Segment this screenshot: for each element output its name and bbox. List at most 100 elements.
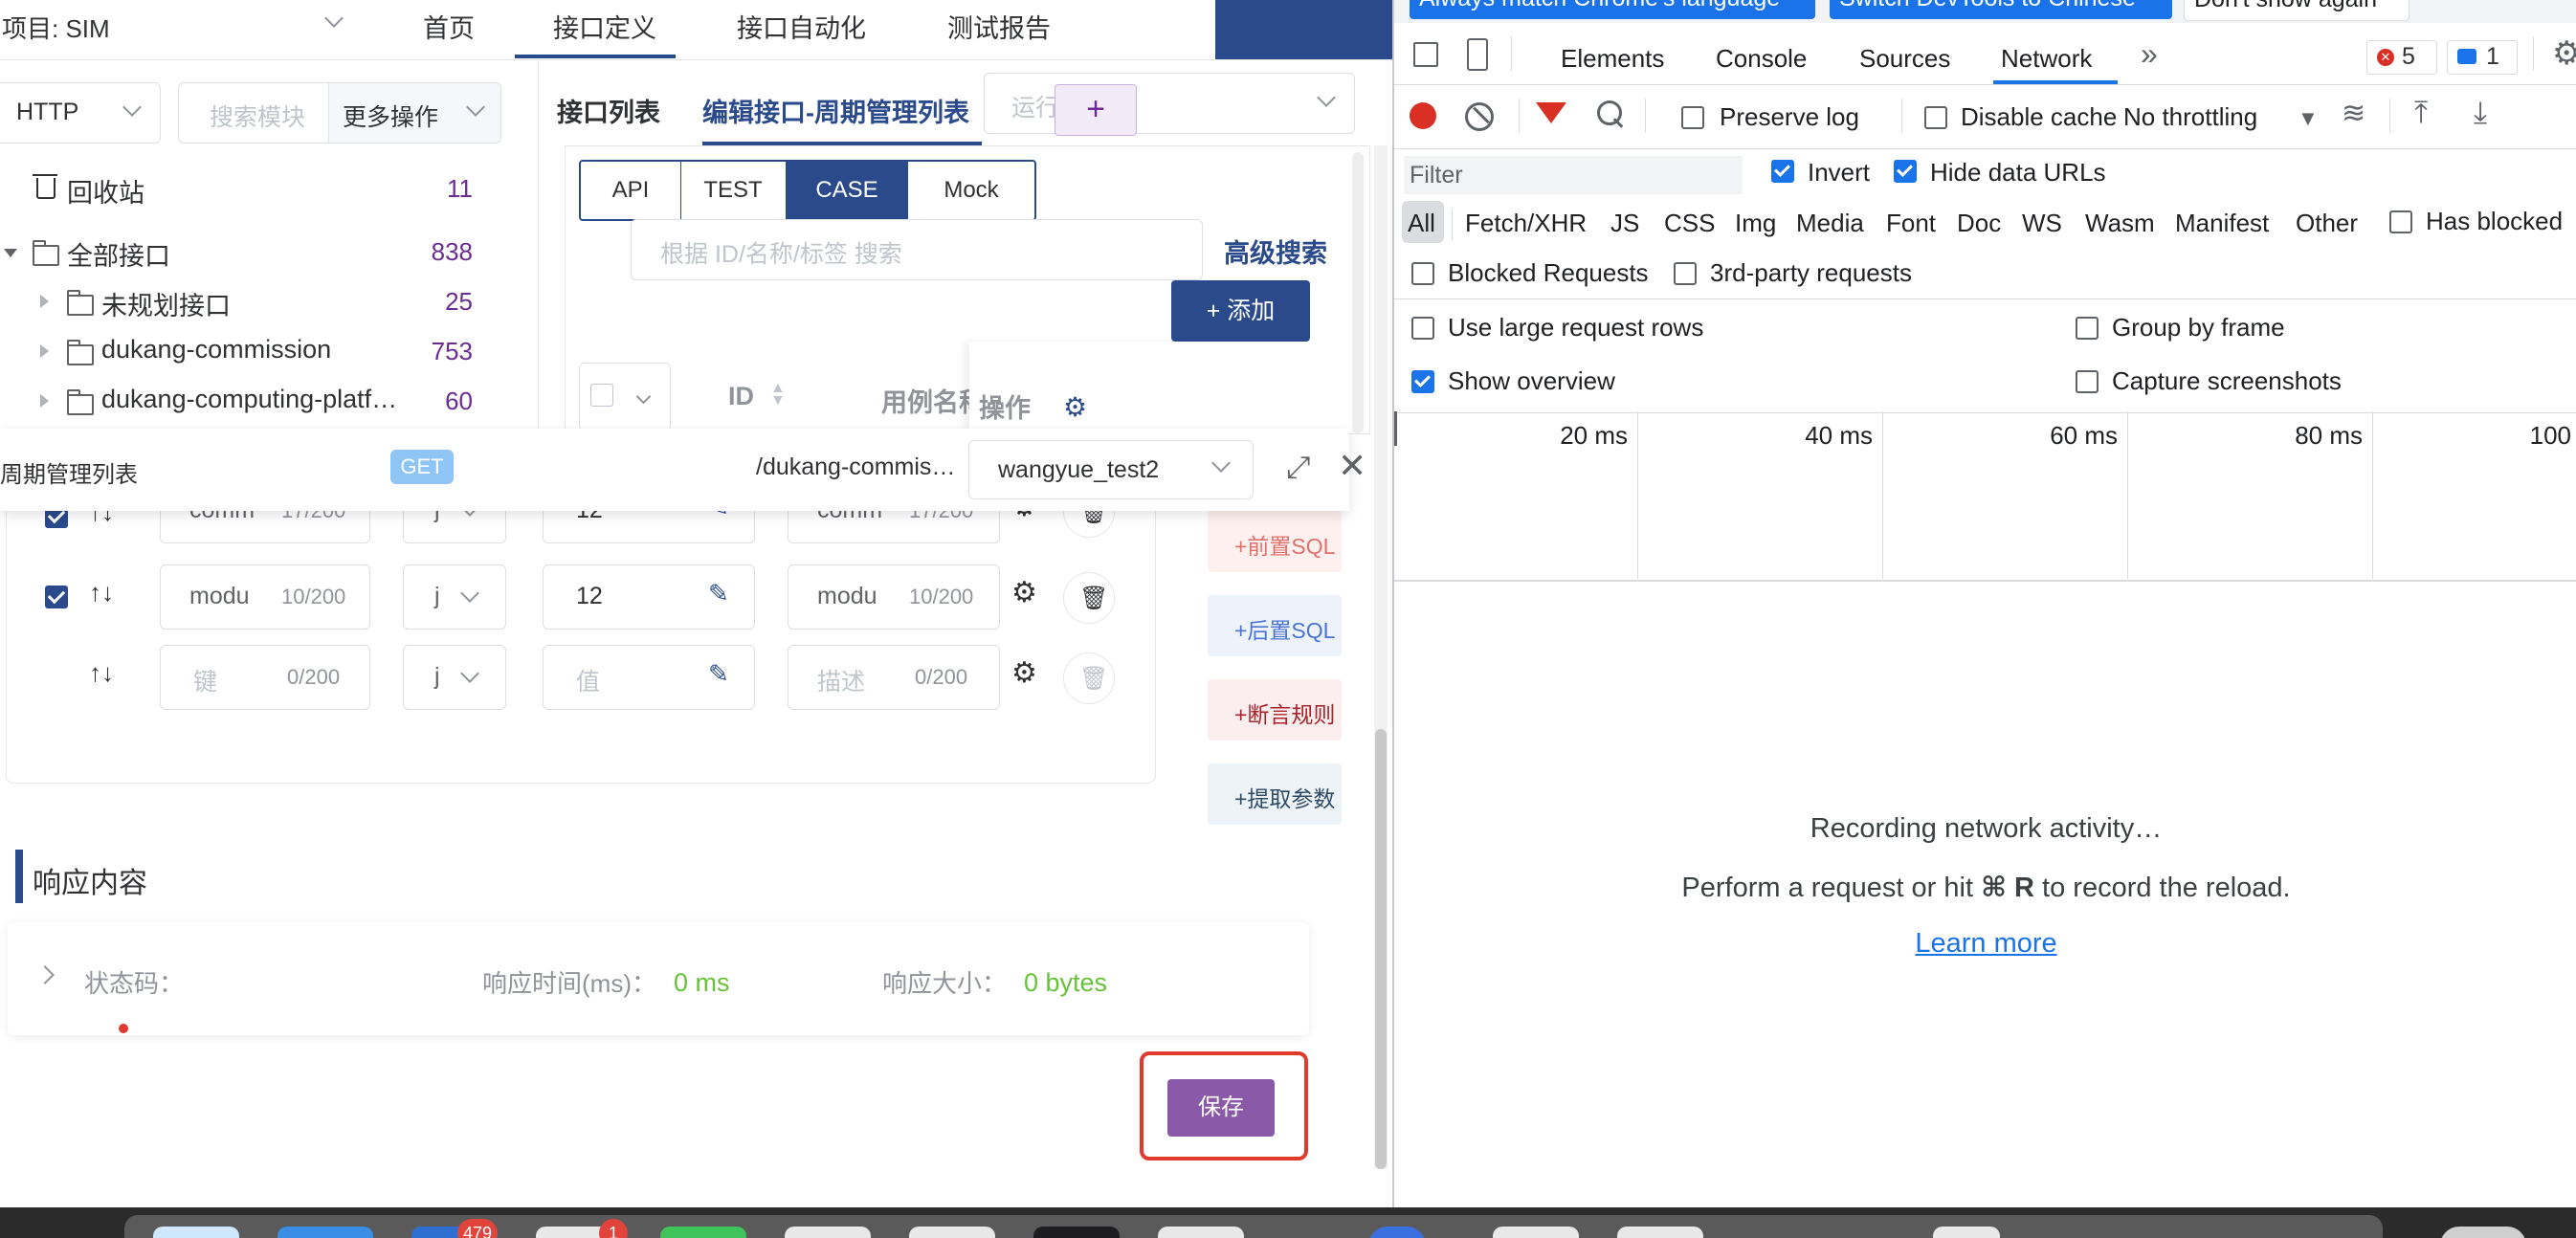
- tab-elements[interactable]: Elements: [1561, 44, 1664, 74]
- import-har-icon[interactable]: ⤒: [2414, 95, 2428, 131]
- network-conditions-icon[interactable]: ≋: [2342, 97, 2365, 130]
- param-checkbox[interactable]: [45, 586, 68, 608]
- move-arrows-icon[interactable]: ↑↓: [89, 658, 114, 688]
- dock-app-icon[interactable]: [1933, 1227, 2000, 1238]
- nav-home[interactable]: 首页: [423, 8, 475, 45]
- tree-item[interactable]: 未规划接口 25: [0, 285, 498, 323]
- clear-icon[interactable]: [1465, 102, 1494, 131]
- tree-item-all[interactable]: 全部接口 838: [0, 235, 498, 274]
- expand-icon[interactable]: [40, 295, 49, 308]
- delete-button[interactable]: 🗑: [1063, 572, 1115, 624]
- filter-icon[interactable]: [1536, 102, 1566, 123]
- edit-icon[interactable]: ✎: [708, 659, 729, 689]
- dont-show-again-button[interactable]: Don't show again: [2184, 0, 2409, 21]
- run-env-select[interactable]: 运行: [984, 73, 1355, 134]
- tab-api-list[interactable]: 接口列表: [557, 92, 660, 129]
- device-toolbar-icon[interactable]: [1467, 38, 1488, 71]
- invert-checkbox[interactable]: [1771, 160, 1794, 183]
- type-filter-other[interactable]: Other: [2296, 209, 2358, 238]
- dock-app-icon[interactable]: [1617, 1227, 1703, 1238]
- param-key-input[interactable]: 键 0/200: [160, 645, 370, 710]
- nav-api-definition[interactable]: 接口定义: [553, 8, 656, 45]
- param-value-input[interactable]: 值 ✎: [543, 645, 755, 710]
- tab-sources[interactable]: Sources: [1859, 44, 1950, 74]
- mode-tab-case[interactable]: CASE: [786, 162, 908, 219]
- switch-chinese-button[interactable]: Switch DevTools to Chinese: [1830, 0, 2172, 19]
- dock-app-icon[interactable]: [1493, 1227, 1579, 1238]
- type-filter-wasm[interactable]: Wasm: [2085, 209, 2155, 238]
- type-filter-doc[interactable]: Doc: [1957, 209, 2001, 238]
- param-type-select[interactable]: j: [403, 645, 506, 710]
- nav-api-automation[interactable]: 接口自动化: [737, 8, 866, 45]
- delete-button[interactable]: 🗑: [1063, 652, 1115, 704]
- dock-app-icon[interactable]: [153, 1227, 239, 1238]
- module-search-input[interactable]: 搜索模块 更多操作: [178, 82, 501, 144]
- type-filter-css[interactable]: CSS: [1664, 209, 1715, 238]
- expand-icon[interactable]: [40, 394, 49, 408]
- chevron-down-icon[interactable]: [324, 9, 344, 28]
- match-language-button[interactable]: Always match Chrome's language: [1410, 0, 1815, 19]
- group-by-frame-checkbox[interactable]: [2076, 317, 2099, 340]
- settings-gear-icon[interactable]: ⚙: [2552, 34, 2576, 73]
- gear-icon[interactable]: ⚙: [1011, 656, 1037, 690]
- more-tabs-icon[interactable]: »: [2141, 36, 2158, 72]
- type-filter-ws[interactable]: WS: [2022, 209, 2062, 238]
- add-case-button[interactable]: + 添加: [1171, 280, 1310, 342]
- extract-param-button[interactable]: +提取参数: [1208, 763, 1342, 825]
- tab-network[interactable]: Network: [2001, 44, 2092, 74]
- gear-icon[interactable]: ⚙: [1011, 576, 1037, 609]
- expand-icon[interactable]: ⤢: [1286, 450, 1311, 486]
- expand-icon[interactable]: [4, 249, 17, 257]
- nav-test-report[interactable]: 测试报告: [947, 8, 1051, 45]
- main-scrollbar[interactable]: [1374, 145, 1388, 1169]
- param-desc-input[interactable]: modu 10/200: [788, 564, 1000, 630]
- chevron-down-icon[interactable]: ▼: [2298, 106, 2319, 131]
- advanced-search-link[interactable]: 高级搜索: [1224, 232, 1327, 270]
- edit-icon[interactable]: ✎: [708, 579, 729, 608]
- type-filter-fetch-xhr[interactable]: Fetch/XHR: [1465, 209, 1587, 238]
- assert-rule-button[interactable]: +断言规则: [1208, 679, 1342, 741]
- mode-tab-test[interactable]: TEST: [680, 162, 787, 219]
- post-sql-button[interactable]: +后置SQL: [1208, 595, 1342, 656]
- project-selector[interactable]: 项目: SIM: [2, 10, 110, 45]
- type-filter-font[interactable]: Font: [1886, 209, 1936, 238]
- export-har-icon[interactable]: ⤓: [2474, 95, 2487, 131]
- error-badge[interactable]: ✕ 5: [2366, 40, 2437, 75]
- mode-tab-mock[interactable]: Mock: [908, 162, 1034, 219]
- mode-tab-api[interactable]: API: [581, 162, 681, 219]
- dock-app-icon[interactable]: [1158, 1227, 1244, 1238]
- add-env-button[interactable]: +: [1055, 84, 1137, 136]
- capture-screenshots-checkbox[interactable]: [2076, 370, 2099, 393]
- large-rows-checkbox[interactable]: [1411, 317, 1434, 340]
- more-actions-button[interactable]: 更多操作: [328, 83, 500, 143]
- inspect-icon[interactable]: [1413, 42, 1438, 67]
- blocked-requests-checkbox[interactable]: [1411, 262, 1434, 285]
- throttling-select[interactable]: No throttling: [2123, 102, 2257, 132]
- type-filter-js[interactable]: JS: [1610, 209, 1639, 238]
- move-arrows-icon[interactable]: ↑↓: [89, 578, 114, 608]
- param-type-select[interactable]: j: [403, 564, 506, 630]
- dock-app-icon[interactable]: [278, 1227, 373, 1238]
- type-filter-img[interactable]: Img: [1735, 209, 1776, 238]
- type-filter-media[interactable]: Media: [1796, 209, 1864, 238]
- has-blocked-cookies-checkbox[interactable]: [2389, 210, 2412, 233]
- dock-app-icon[interactable]: [909, 1227, 995, 1238]
- pre-sql-button[interactable]: +前置SQL: [1208, 511, 1342, 572]
- save-button[interactable]: 保存: [1167, 1079, 1275, 1137]
- record-icon[interactable]: [1410, 102, 1436, 129]
- filter-input[interactable]: Filter: [1404, 156, 1743, 194]
- close-icon[interactable]: ✕: [1338, 446, 1366, 486]
- env-select[interactable]: wangyue_test2: [968, 440, 1254, 499]
- tree-item[interactable]: dukang-commission 753: [0, 335, 498, 373]
- hide-data-urls-checkbox[interactable]: [1894, 160, 1917, 183]
- param-desc-input[interactable]: 描述 0/200: [788, 645, 1000, 710]
- protocol-select[interactable]: HTTP: [0, 82, 161, 144]
- param-key-input[interactable]: modu 10/200: [160, 564, 370, 630]
- column-id[interactable]: ID: [728, 382, 754, 411]
- select-all-dropdown[interactable]: [579, 363, 671, 431]
- type-filter-manifest[interactable]: Manifest: [2175, 209, 2269, 238]
- param-value-input[interactable]: 12 ✎: [543, 564, 755, 630]
- preserve-log-checkbox[interactable]: [1681, 106, 1704, 129]
- show-overview-checkbox[interactable]: [1411, 370, 1434, 393]
- dock-app-icon[interactable]: [785, 1227, 871, 1238]
